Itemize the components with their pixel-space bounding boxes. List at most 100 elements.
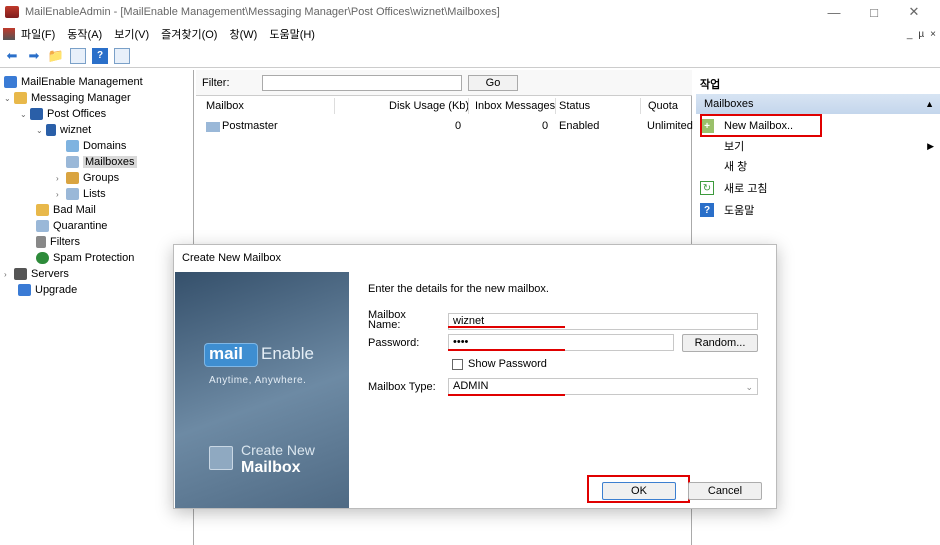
menu-favorites[interactable]: 즐겨찾기(O)	[161, 26, 217, 42]
column-separator[interactable]	[555, 98, 556, 114]
highlight-ok-button	[587, 475, 690, 503]
mailbox-type-label: Mailbox Type:	[368, 381, 436, 393]
minimize-button[interactable]: —	[814, 5, 854, 20]
help-icon: ?	[700, 203, 714, 217]
list-icon	[66, 188, 79, 200]
menu-window[interactable]: 창(W)	[229, 26, 257, 42]
close-button[interactable]: ✕	[894, 4, 934, 20]
help-icon[interactable]: ?	[92, 47, 108, 64]
tree-item-label: Quarantine	[53, 220, 108, 232]
filter-icon	[36, 236, 46, 248]
password-label: Password:	[368, 337, 420, 349]
console-icon	[4, 76, 17, 88]
filter-input[interactable]	[262, 75, 462, 91]
action-refresh[interactable]: ↻ 새로 고침	[700, 178, 768, 198]
mdi-close-button[interactable]: ×	[930, 29, 936, 40]
menu-bar: 파일(F) 동작(A) 보기(V) 즐겨찾기(O) 창(W) 도움말(H) _ …	[0, 24, 940, 44]
column-header-mailbox[interactable]: Mailbox	[206, 100, 244, 114]
cell-quota: Unlimited	[647, 120, 693, 132]
maximize-button[interactable]: □	[854, 5, 894, 20]
action-view[interactable]: 보기	[700, 136, 744, 156]
mailbox-name-label-line2: Name:	[368, 319, 401, 331]
checkbox-box[interactable]	[452, 358, 463, 370]
tree-item-label: Lists	[83, 188, 106, 200]
tree-item-bad-mail[interactable]: Bad Mail	[36, 202, 96, 218]
menu-action[interactable]: 동작(A)	[67, 26, 102, 42]
underline-mailbox-name	[448, 326, 565, 328]
column-header-quota[interactable]: Quota	[648, 100, 678, 114]
cell-mailbox: Postmaster	[222, 120, 278, 132]
show-hide-tree-icon[interactable]	[70, 47, 86, 64]
section-label: Mailboxes	[704, 98, 754, 110]
go-button[interactable]: Go	[468, 75, 518, 91]
dialog-title: Create New Mailbox	[182, 252, 282, 264]
cell-disk-usage: 0	[455, 120, 462, 132]
tree-item-wiznet[interactable]: ⌄ wiznet	[36, 122, 91, 138]
tree-item-label: Domains	[83, 140, 127, 152]
collapse-icon[interactable]: ⌄	[20, 110, 30, 119]
up-folder-icon[interactable]: 📁	[48, 48, 64, 64]
refresh-icon: ↻	[700, 181, 714, 195]
tree-item-quarantine[interactable]: Quarantine	[36, 218, 107, 234]
column-header-status[interactable]: Status	[559, 100, 590, 114]
tree-item-groups[interactable]: › Groups	[56, 170, 119, 186]
dialog-intro: Enter the details for the new mailbox.	[368, 283, 549, 295]
submenu-arrow-icon: ▶	[927, 141, 934, 151]
tree-item-label: Bad Mail	[53, 204, 96, 216]
underline-password	[448, 349, 565, 351]
tree-item-domains[interactable]: Domains	[66, 138, 126, 154]
tree-item-post-offices[interactable]: ⌄ Post Offices	[20, 106, 106, 122]
random-button[interactable]: Random...	[682, 334, 758, 352]
tree-item-upgrade[interactable]: Upgrade	[18, 282, 77, 298]
tree-item-mailboxes[interactable]: Mailboxes	[66, 154, 137, 170]
back-arrow-icon[interactable]: ⬅	[4, 48, 20, 64]
show-password-checkbox[interactable]: Show Password	[452, 358, 547, 370]
tree-item-lists[interactable]: › Lists	[56, 186, 106, 202]
cancel-button[interactable]: Cancel	[688, 482, 762, 500]
mdi-minimize-button[interactable]: _	[907, 29, 913, 40]
tree-item-mailenable-management[interactable]: MailEnable Management	[4, 74, 143, 90]
collapse-icon[interactable]: ⌄	[36, 126, 46, 135]
tree-item-label: Spam Protection	[53, 252, 135, 264]
collapse-triangle-icon[interactable]: ▲	[925, 99, 934, 109]
users-icon	[66, 172, 79, 184]
menu-help[interactable]: 도움말(H)	[269, 26, 315, 42]
logo-enable-text: Enable	[261, 344, 314, 363]
column-header-inbox-messages[interactable]: Inbox Messages	[475, 100, 555, 114]
column-separator[interactable]	[468, 98, 469, 114]
action-help[interactable]: ? 도움말	[700, 200, 754, 220]
action-new-window[interactable]: 새 창	[700, 156, 747, 176]
tree-item-messaging-manager[interactable]: ⌄ Messaging Manager	[4, 90, 131, 106]
underline-mailbox-type	[448, 394, 565, 396]
blank-icon	[700, 159, 714, 173]
show-hide-action-pane-icon[interactable]	[114, 47, 130, 64]
expand-icon[interactable]: ›	[4, 270, 14, 279]
mailbox-type-select[interactable]: ADMIN ⌄	[448, 378, 758, 395]
forward-arrow-icon[interactable]: ➡	[26, 48, 42, 64]
tree-item-label: MailEnable Management	[21, 76, 143, 88]
mailbox-icon	[66, 156, 79, 168]
expand-icon[interactable]: ›	[56, 190, 66, 199]
window-title: MailEnableAdmin - [MailEnable Management…	[25, 6, 500, 18]
action-label: 보기	[724, 141, 745, 153]
badmail-icon	[36, 204, 49, 216]
dropdown-arrow-icon[interactable]: ⌄	[745, 380, 753, 395]
shield-icon	[36, 252, 49, 264]
mdi-restore-button[interactable]: µ	[918, 29, 924, 40]
logo-mail-text: mail	[209, 344, 244, 363]
upgrade-icon	[18, 284, 31, 296]
collapse-icon[interactable]: ⌄	[4, 94, 14, 103]
expand-icon[interactable]: ›	[56, 174, 66, 183]
column-header-disk-usage[interactable]: Disk Usage (Kb)	[389, 100, 469, 114]
actions-title: 작업	[700, 79, 721, 91]
tree-item-spam-protection[interactable]: Spam Protection	[36, 250, 134, 266]
tree-item-servers[interactable]: › Servers	[4, 266, 69, 282]
column-separator[interactable]	[640, 98, 641, 114]
filter-bar: Filter: Go	[196, 70, 692, 96]
column-separator[interactable]	[334, 98, 335, 114]
actions-section-mailboxes[interactable]: Mailboxes ▲	[696, 94, 940, 114]
dialog-side-panel: mail Enable Anytime, Anywhere. Create Ne…	[175, 272, 349, 508]
menu-view[interactable]: 보기(V)	[114, 26, 149, 42]
tree-item-filters[interactable]: Filters	[36, 234, 80, 250]
menu-file[interactable]: 파일(F)	[21, 26, 55, 42]
